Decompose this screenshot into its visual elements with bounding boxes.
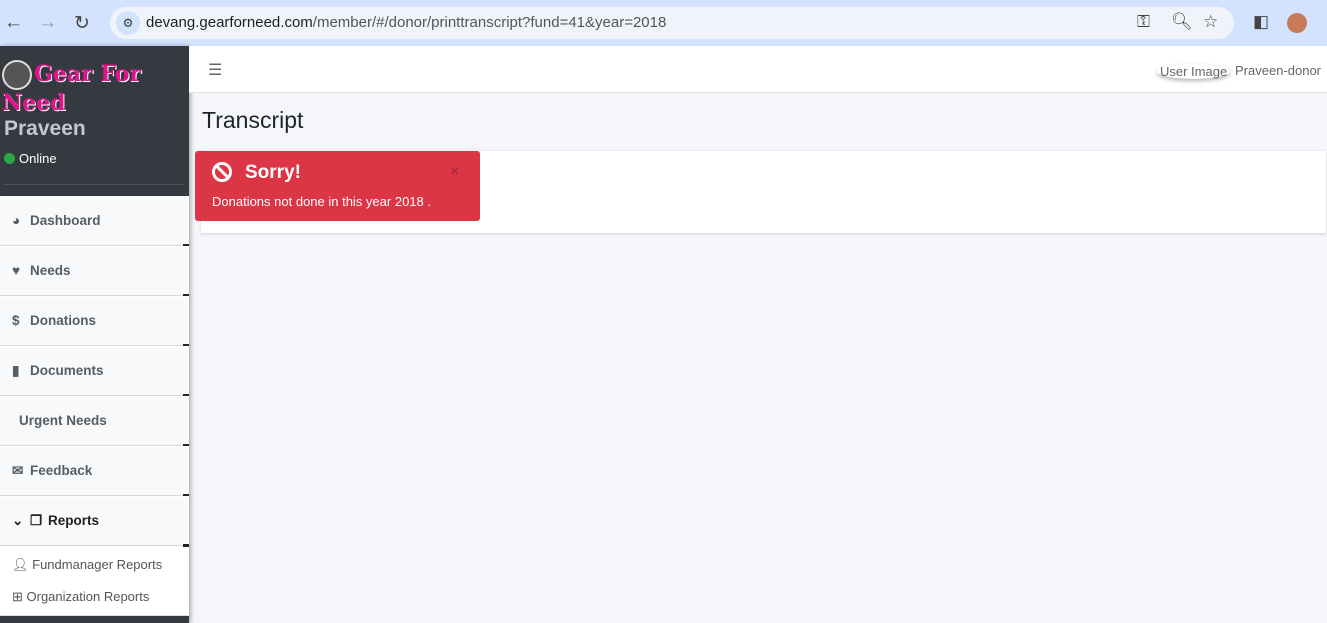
page-title: Transcript	[202, 107, 304, 133]
sidebar-item-documents[interactable]: ▮ Documents	[0, 346, 189, 397]
chevron-down-icon: ⌄	[12, 513, 24, 528]
user-image[interactable]: User Image	[1157, 64, 1230, 79]
file-icon: ▮	[12, 363, 20, 378]
sidebar-item-needs[interactable]: ♥ Needs	[0, 246, 189, 297]
sidebar-item-reports[interactable]: ⌄ ❐ Reports	[0, 496, 189, 547]
online-dot-icon	[4, 153, 15, 164]
online-status: Online	[4, 151, 57, 166]
forward-icon[interactable]: →	[38, 12, 57, 34]
site-settings-icon[interactable]: ⚙	[116, 11, 140, 35]
sidebar: Gear For Need Praveen Online ◕ Dashboard …	[0, 46, 189, 623]
sidebar-item-donations[interactable]: $ Donations	[0, 296, 189, 347]
logo[interactable]: Gear For Need	[2, 60, 189, 116]
hamburger-menu-icon[interactable]: ☰	[208, 60, 222, 80]
sidebar-user-name: Praveen	[4, 117, 86, 140]
header-user-name[interactable]: Praveen-donor	[1235, 63, 1321, 78]
side-panel-icon[interactable]: ◧	[1253, 12, 1269, 32]
money-icon: $	[12, 313, 20, 328]
sidebar-item-feedback[interactable]: ✉ Feedback	[0, 446, 189, 497]
close-button[interactable]: ×	[450, 163, 459, 181]
chart-pie-icon: ◕	[12, 213, 21, 228]
key-icon[interactable]: ⚿	[1137, 12, 1150, 32]
hand-holding-heart-icon: ♥	[12, 263, 21, 278]
sidebar-item-dashboard[interactable]: ◕ Dashboard	[0, 196, 189, 247]
alert-message: Donations not done in this year 2018 .	[212, 194, 431, 209]
browser-toolbar: ← → ↻ ⚙ devang.gearforneed.com/member/#/…	[0, 0, 1327, 46]
divider	[4, 184, 184, 185]
sitemap-icon: ⊞	[12, 589, 27, 604]
reload-icon[interactable]: ↻	[74, 12, 90, 35]
error-alert: Sorry! × Donations not done in this year…	[195, 151, 480, 221]
copy-icon: ❐	[30, 513, 43, 528]
star-icon[interactable]: ☆	[1203, 12, 1218, 32]
sidebar-subitem-fundmanager-reports[interactable]: 👤︎ Fundmanager Reports	[0, 556, 189, 588]
address-bar[interactable]: ⚙ devang.gearforneed.com/member/#/donor/…	[110, 7, 1234, 39]
back-icon[interactable]: ←	[4, 12, 23, 34]
top-navbar: ☰ User Image Praveen-donor	[189, 46, 1327, 93]
ban-icon	[212, 162, 232, 182]
url-text: devang.gearforneed.com/member/#/donor/pr…	[146, 14, 667, 31]
profile-avatar[interactable]	[1287, 13, 1307, 33]
reports-submenu: 👤︎ Fundmanager Reports ⊞ Organization Re…	[0, 546, 189, 616]
alert-title: Sorry!	[245, 162, 301, 183]
envelope-icon: ✉	[12, 463, 24, 478]
zoom-icon[interactable]: 🔍︎	[1171, 12, 1193, 32]
user-icon: 👤︎	[12, 557, 33, 572]
sidebar-subitem-organization-reports[interactable]: ⊞ Organization Reports	[0, 588, 189, 620]
sidebar-item-urgent-needs[interactable]: Urgent Needs	[0, 396, 189, 447]
